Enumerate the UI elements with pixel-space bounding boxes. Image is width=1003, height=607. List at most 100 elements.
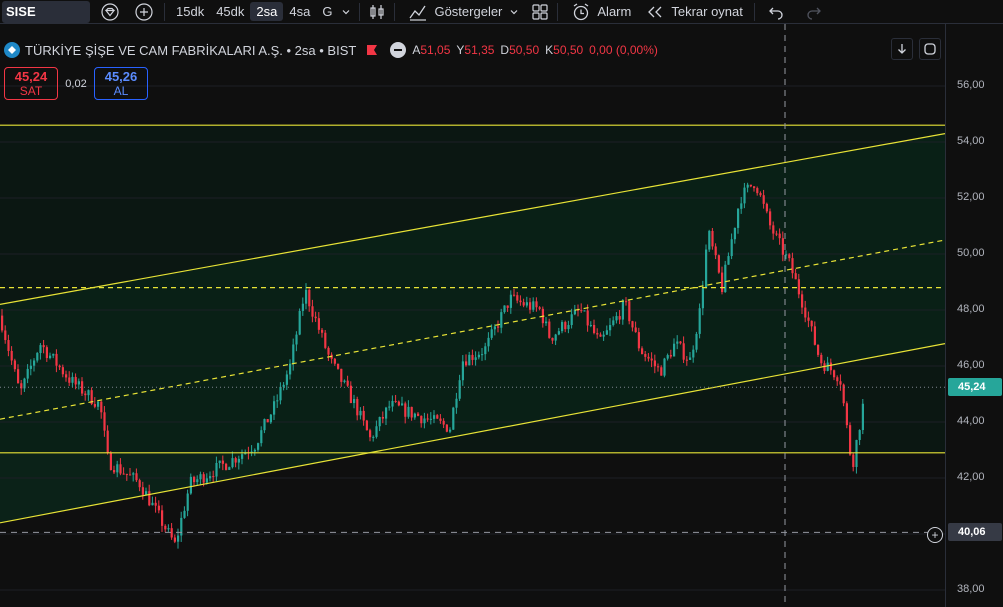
candle-body <box>689 357 692 360</box>
candle-body <box>388 406 391 408</box>
candle-body <box>7 340 10 351</box>
candle-body <box>215 462 218 477</box>
chart-pane[interactable] <box>0 24 946 607</box>
candle-body <box>820 354 823 364</box>
candle-body <box>628 301 631 322</box>
scroll-down-button[interactable] <box>891 38 913 60</box>
candle-body <box>676 341 679 344</box>
candle-body <box>657 366 660 368</box>
candle-body <box>641 348 644 354</box>
candle-body <box>711 230 714 247</box>
alarm-button[interactable]: Alarm <box>563 1 637 23</box>
symbol-search-button[interactable]: SISE <box>2 0 90 23</box>
candle-body <box>61 367 64 375</box>
candle-body <box>637 332 640 349</box>
candle-body <box>173 537 176 542</box>
candle-body <box>52 353 55 356</box>
interval-45dk[interactable]: 45dk <box>210 2 250 21</box>
price-chart[interactable] <box>0 24 946 607</box>
candle-body <box>164 525 167 530</box>
flag-icon[interactable] <box>366 44 378 56</box>
candle-body <box>631 321 634 328</box>
candle-body <box>557 331 560 335</box>
candle-body <box>228 467 231 470</box>
interval-4sa[interactable]: 4sa <box>283 2 316 21</box>
layout-grid-icon[interactable] <box>528 1 552 23</box>
price-tick: 44,00 <box>957 415 985 427</box>
diamond-icon[interactable] <box>98 1 122 23</box>
candle-body <box>100 401 103 413</box>
replay-label: Tekrar oynat <box>671 4 743 19</box>
candle-body <box>311 306 314 317</box>
arrow-down-icon <box>898 44 906 54</box>
redo-icon[interactable] <box>802 1 826 23</box>
candle-body <box>749 184 752 187</box>
symbol-title: TÜRKİYE ŞİŞE VE CAM FABRİKALARI A.Ş. • 2… <box>25 42 357 58</box>
indicators-button[interactable]: Göstergeler <box>400 1 528 23</box>
candle-body <box>429 418 432 420</box>
candle-body <box>375 426 378 437</box>
candle-body <box>561 322 564 332</box>
candle-body <box>55 353 58 366</box>
candle-body <box>436 415 439 419</box>
candle-body <box>849 425 852 455</box>
candle-body <box>458 380 461 399</box>
candle-body <box>410 406 413 418</box>
candle-body <box>305 289 308 304</box>
rewind-icon <box>643 1 667 23</box>
candle-body <box>29 365 32 369</box>
price-tick: 50,00 <box>957 247 985 259</box>
company-logo-icon <box>4 42 20 58</box>
chevron-down-icon[interactable] <box>338 1 354 23</box>
candle-body <box>545 321 548 324</box>
interval-15dk[interactable]: 15dk <box>170 2 210 21</box>
replay-button[interactable]: Tekrar oynat <box>637 1 749 23</box>
candle-body <box>93 404 96 407</box>
candle-body <box>282 384 285 387</box>
candlestick-chart-icon[interactable] <box>365 1 389 23</box>
candle-body <box>231 458 234 468</box>
candle-body <box>276 400 279 402</box>
candle-body <box>301 303 304 311</box>
candle-body <box>356 399 359 416</box>
candle-body <box>756 188 759 194</box>
candle-body <box>663 358 666 376</box>
candle-body <box>529 302 532 310</box>
candle-body <box>241 454 244 459</box>
sell-button[interactable]: 45,24 SAT <box>4 67 58 100</box>
candle-body <box>417 413 420 416</box>
candle-body <box>516 295 519 301</box>
candle-body <box>68 377 71 383</box>
interval-G[interactable]: G <box>316 2 338 21</box>
candle-body <box>49 355 52 359</box>
buy-label: AL <box>113 84 129 98</box>
candle-body <box>285 374 288 385</box>
candle-body <box>813 326 816 345</box>
candle-body <box>327 347 330 355</box>
add-alert-plus-icon[interactable]: + <box>927 527 943 543</box>
candle-body <box>714 246 717 256</box>
candle-body <box>612 320 615 326</box>
undo-icon[interactable] <box>764 1 788 23</box>
candle-body <box>260 430 263 444</box>
fullscreen-button[interactable] <box>919 38 941 60</box>
candle-body <box>10 350 13 361</box>
last-price-tag: 45,24 <box>948 378 1002 397</box>
top-toolbar: SISE 15dk 45dk 2sa 4sa G Göstergeler Ala… <box>0 0 1003 24</box>
interval-2sa[interactable]: 2sa <box>250 2 284 21</box>
add-symbol-icon[interactable] <box>132 1 156 23</box>
candle-body <box>701 287 704 309</box>
candle-body <box>497 326 500 328</box>
candle-body <box>829 362 832 371</box>
candle-body <box>199 474 202 480</box>
candle-body <box>833 370 836 378</box>
candle-body <box>401 403 404 406</box>
candle-body <box>413 413 416 418</box>
candle-body <box>209 476 212 479</box>
alarm-label: Alarm <box>597 4 632 19</box>
buy-button[interactable]: 45,26 AL <box>94 67 148 100</box>
candle-body <box>705 249 708 288</box>
candle-body <box>196 479 199 483</box>
hide-series-icon[interactable] <box>390 42 407 58</box>
price-axis[interactable]: 56,00 54,00 52,00 50,00 48,00 46,00 44,00 42,00… <box>945 24 1003 607</box>
